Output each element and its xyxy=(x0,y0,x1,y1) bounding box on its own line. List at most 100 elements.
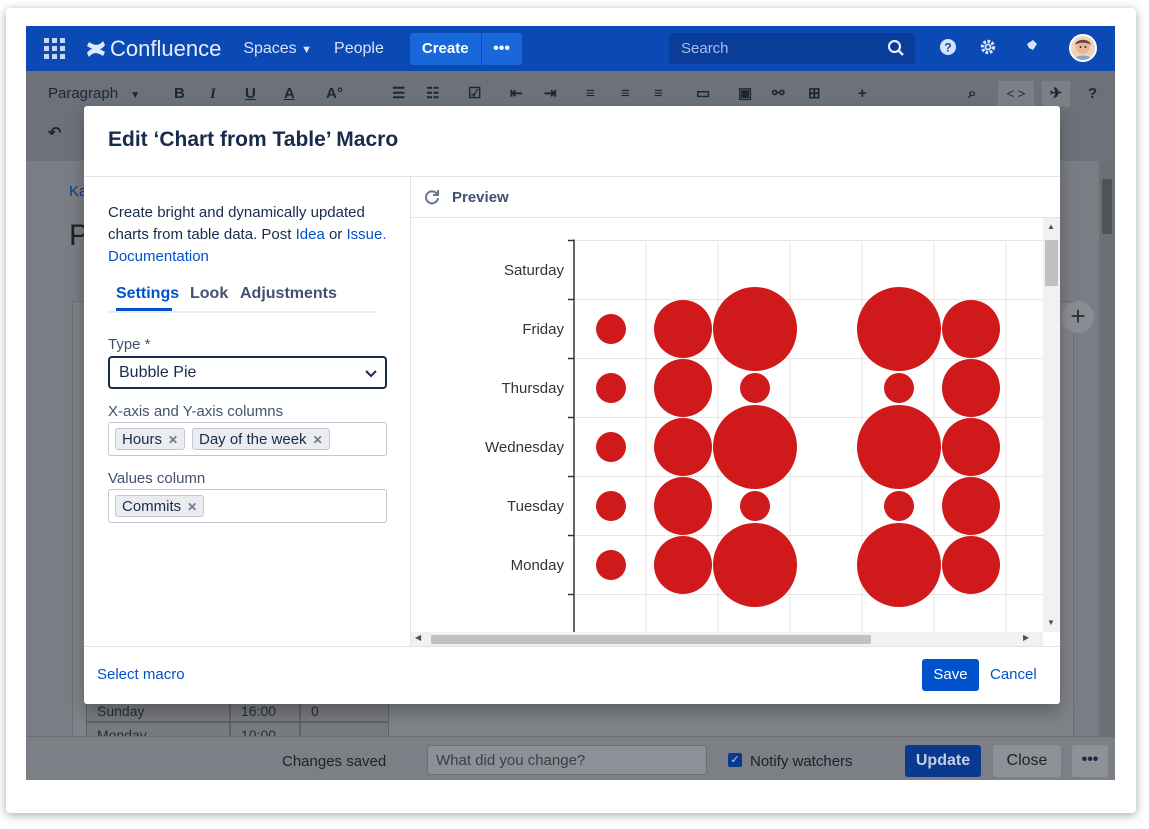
tag-label: Commits xyxy=(122,498,182,515)
user-avatar[interactable] xyxy=(1069,34,1097,62)
align-left-icon[interactable]: ≡ xyxy=(586,81,595,107)
editor-scrollbar[interactable] xyxy=(1099,161,1115,736)
bubble-point xyxy=(884,373,914,403)
text-color-button[interactable]: A xyxy=(284,81,295,107)
editor-bottom-bar: Changes saved What did you change? ✓ Not… xyxy=(26,736,1115,780)
tag-label: Hours xyxy=(122,431,163,448)
underline-button[interactable]: U xyxy=(245,81,256,107)
bubble-point xyxy=(596,432,626,462)
paragraph-style-select[interactable]: Paragraph ▼ xyxy=(48,81,140,107)
chart-type-select[interactable]: Bubble Pie xyxy=(108,356,387,389)
bubble-point xyxy=(654,536,712,594)
preview-horizontal-scrollbar-thumb[interactable] xyxy=(431,635,871,644)
image-icon[interactable]: ▣ xyxy=(738,81,752,107)
bold-button[interactable]: B xyxy=(174,81,185,107)
more-actions-button[interactable]: ••• xyxy=(1072,745,1108,777)
add-icon[interactable]: + xyxy=(1062,301,1094,333)
documentation-link[interactable]: Documentation xyxy=(108,248,209,265)
issue-link[interactable]: Issue. xyxy=(346,226,386,243)
bubble-point xyxy=(942,418,1000,476)
scroll-left-arrow-icon[interactable]: ◀ xyxy=(415,633,421,642)
bubble-point xyxy=(857,405,941,489)
top-navigation: Confluence Spaces ▼ People Create ••• Se… xyxy=(26,26,1115,71)
outdent-icon[interactable]: ⇤ xyxy=(510,81,523,107)
chevron-down-icon: ▼ xyxy=(301,43,313,56)
insert-more-icon[interactable]: + xyxy=(858,81,867,107)
bubble-point xyxy=(857,523,941,607)
notify-watchers-label[interactable]: Notify watchers xyxy=(750,753,853,770)
bubble-point xyxy=(596,373,626,403)
align-center-icon[interactable]: ≡ xyxy=(621,81,630,107)
preview-vertical-scrollbar-thumb[interactable] xyxy=(1045,240,1058,286)
align-right-icon[interactable]: ≡ xyxy=(654,81,663,107)
notifications-icon[interactable] xyxy=(1020,38,1040,58)
table-icon[interactable]: ⊞ xyxy=(808,81,821,107)
settings-gear-icon[interactable] xyxy=(978,38,998,58)
scroll-down-arrow-icon[interactable]: ▼ xyxy=(1047,618,1055,627)
remove-tag-icon[interactable]: ✕ xyxy=(313,433,323,447)
create-more-button[interactable]: ••• xyxy=(480,32,522,65)
indent-icon[interactable]: ⇥ xyxy=(544,81,557,107)
preview-horizontal-scrollbar[interactable]: ◀ ▶ xyxy=(411,632,1043,646)
bullet-list-icon[interactable]: ☰ xyxy=(392,81,405,107)
bubble-point xyxy=(942,359,1000,417)
y-axis-tick-label: Monday xyxy=(511,557,565,574)
values-tag-commits[interactable]: Commits ✕ xyxy=(115,495,205,517)
layout-icon[interactable]: ▭ xyxy=(696,81,710,107)
dialog-title: Edit ‘Chart from Table’ Macro xyxy=(108,128,399,151)
idea-link[interactable]: Idea xyxy=(296,226,325,243)
preview-vertical-scrollbar[interactable]: ▲ ▼ xyxy=(1043,218,1060,632)
source-editor-button[interactable]: < > xyxy=(998,81,1034,107)
tab-adjustments[interactable]: Adjustments xyxy=(240,285,337,303)
y-axis-tick-label: Saturday xyxy=(504,262,565,279)
italic-button[interactable]: I xyxy=(210,81,216,107)
nav-spaces[interactable]: Spaces ▼ xyxy=(243,40,312,58)
y-axis-tick-label: Thursday xyxy=(501,380,564,397)
chevron-down-icon xyxy=(365,358,377,387)
page-table-fragment: Sunday 16:00 0 Monday 10:00 ... xyxy=(86,698,389,746)
text-format-icon[interactable]: A° xyxy=(326,81,343,107)
change-comment-input[interactable]: What did you change? xyxy=(427,745,707,775)
help-icon[interactable]: ? xyxy=(938,38,958,58)
rocket-icon[interactable]: ✈ xyxy=(1042,81,1070,107)
bubble-point xyxy=(654,300,712,358)
bubble-point xyxy=(713,405,797,489)
create-button[interactable]: Create xyxy=(409,32,481,65)
scroll-right-arrow-icon[interactable]: ▶ xyxy=(1023,633,1029,642)
bubble-point xyxy=(942,536,1000,594)
editor-scrollbar-thumb[interactable] xyxy=(1102,179,1112,234)
numbered-list-icon[interactable]: ☷ xyxy=(426,81,439,107)
remove-tag-icon[interactable]: ✕ xyxy=(168,433,178,447)
tab-look[interactable]: Look xyxy=(190,285,228,303)
bubble-point xyxy=(713,523,797,607)
active-tab-indicator xyxy=(116,308,172,311)
axes-columns-field[interactable]: Hours ✕ Day of the week ✕ xyxy=(108,422,387,456)
axes-tag-hours[interactable]: Hours ✕ xyxy=(115,428,186,450)
select-macro-link[interactable]: Select macro xyxy=(97,666,185,683)
bubble-point xyxy=(596,491,626,521)
scroll-up-arrow-icon[interactable]: ▲ xyxy=(1047,222,1055,231)
values-column-field[interactable]: Commits ✕ xyxy=(108,489,387,523)
axes-columns-label: X-axis and Y-axis columns xyxy=(108,403,284,420)
undo-icon[interactable]: ↶ xyxy=(48,121,61,147)
axes-tag-day-of-week[interactable]: Day of the week ✕ xyxy=(192,428,330,450)
cancel-button[interactable]: Cancel xyxy=(990,659,1037,691)
preview-header: Preview xyxy=(411,177,1060,218)
save-button[interactable]: Save xyxy=(922,659,979,691)
close-button[interactable]: Close xyxy=(993,745,1061,777)
chart-preview: Saturday Friday Thursday Wednesday Tuesday Mo… xyxy=(411,218,1043,632)
app-switcher-icon[interactable] xyxy=(44,37,66,60)
task-list-icon[interactable]: ☑ xyxy=(468,81,481,107)
find-icon[interactable]: ⌕ xyxy=(968,81,976,107)
tag-label: Day of the week xyxy=(199,431,307,448)
notify-watchers-checkbox[interactable]: ✓ xyxy=(728,753,742,767)
nav-people[interactable]: People xyxy=(334,40,384,58)
tab-settings[interactable]: Settings xyxy=(116,285,179,303)
update-button[interactable]: Update xyxy=(905,745,981,777)
help-button[interactable]: ? xyxy=(1088,81,1097,107)
link-icon[interactable]: ⚯ xyxy=(772,81,785,107)
confluence-logo[interactable]: Confluence xyxy=(86,36,221,62)
refresh-icon[interactable] xyxy=(423,188,441,206)
search-field[interactable]: Search xyxy=(669,33,915,64)
remove-tag-icon[interactable]: ✕ xyxy=(187,500,197,514)
